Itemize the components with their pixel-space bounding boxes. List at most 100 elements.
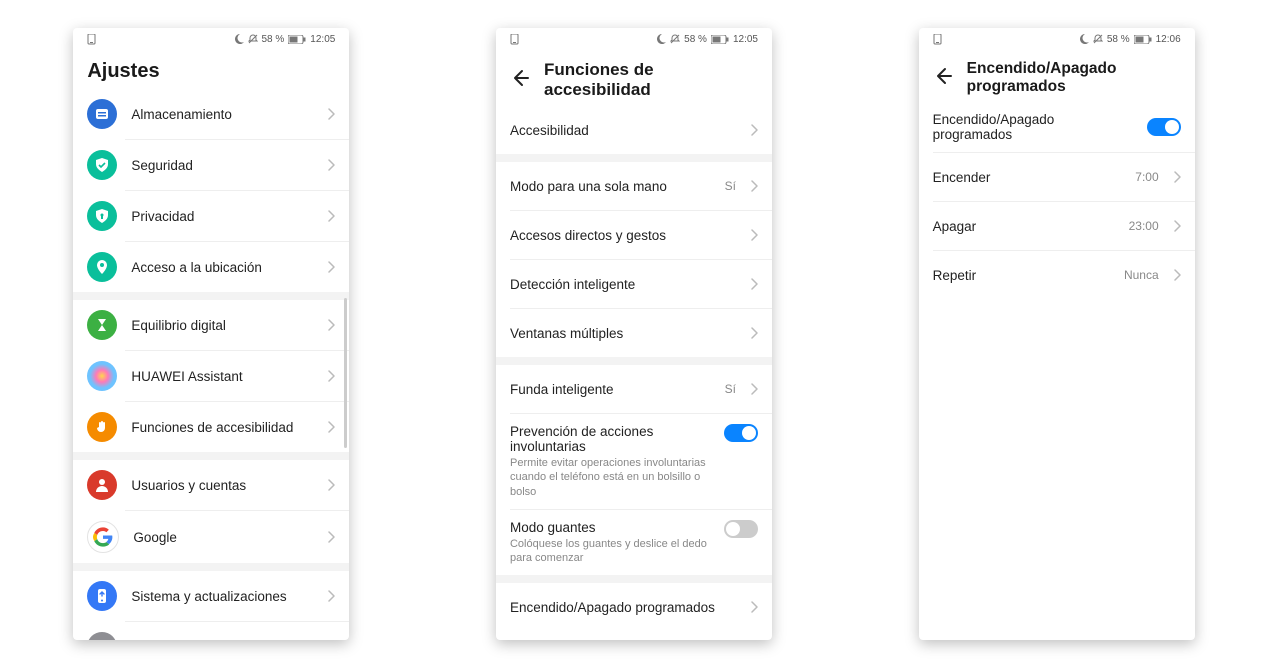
settings-row[interactable]: Modo guantesColóquese los guantes y desl… [496, 510, 772, 576]
settings-row[interactable]: Sistema y actualizaciones [73, 571, 349, 621]
row-label: Seguridad [131, 158, 313, 173]
status-bar: 58 % 12:05 [496, 28, 772, 50]
settings-row[interactable]: Ventanas múltiples [496, 309, 772, 357]
system-icon [87, 581, 117, 611]
clock-text: 12:05 [310, 34, 335, 45]
chevron-right-icon [750, 180, 758, 192]
row-label: Encendido/Apagado programados [933, 112, 1133, 142]
row-value: 7:00 [1135, 170, 1158, 184]
settings-row[interactable]: Privacidad [73, 191, 349, 241]
chevron-right-icon [1173, 220, 1181, 232]
scrollbar[interactable] [344, 298, 347, 448]
settings-row[interactable]: Acerca del teléfono [73, 622, 349, 640]
back-button[interactable] [510, 68, 530, 93]
chevron-right-icon [750, 278, 758, 290]
row-value: Sí [725, 382, 736, 396]
battery-text: 58 % [262, 34, 285, 45]
back-arrow-icon [933, 66, 953, 86]
row-value: Nunca [1124, 268, 1159, 282]
chevron-right-icon [327, 108, 335, 120]
settings-row[interactable]: Encendido/Apagado programados [496, 583, 772, 631]
hand-icon [87, 412, 117, 442]
settings-row[interactable]: Detección inteligente [496, 260, 772, 308]
row-label: Modo para una sola mano [510, 179, 711, 194]
storage-icon [87, 99, 117, 129]
settings-row[interactable]: Usuarios y cuentas [73, 460, 349, 510]
battery-text: 58 % [684, 34, 707, 45]
settings-row[interactable]: Encendido/Apagado programados [919, 102, 1195, 152]
shield-check-icon [87, 150, 117, 180]
about-icon [87, 632, 117, 640]
chevron-right-icon [1173, 171, 1181, 183]
row-label: Apagar [933, 219, 1115, 234]
row-label: Google [133, 530, 313, 545]
battery-icon [711, 35, 729, 44]
settings-row[interactable]: Seguridad [73, 140, 349, 190]
chevron-right-icon [327, 261, 335, 273]
chevron-right-icon [750, 327, 758, 339]
settings-row[interactable]: Accesos directos y gestos [496, 211, 772, 259]
location-icon [87, 252, 117, 282]
settings-row[interactable]: Equilibrio digital [73, 300, 349, 350]
page-title: Ajustes [87, 60, 159, 83]
row-value: Sí [725, 179, 736, 193]
phone-settings: 58 % 12:05 Ajustes Almacenamiento Segurid… [73, 28, 349, 640]
moon-icon [234, 34, 244, 44]
row-label: Encendido/Apagado programados [510, 600, 736, 615]
row-label: Encender [933, 170, 1122, 185]
page-title: Funciones de accesibilidad [544, 60, 758, 100]
settings-row[interactable]: Almacenamiento [73, 89, 349, 139]
row-label: Detección inteligente [510, 277, 736, 292]
row-label: Accesibilidad [510, 123, 736, 138]
chevron-right-icon [750, 601, 758, 613]
row-label: Privacidad [131, 209, 313, 224]
settings-row[interactable]: RepetirNunca [919, 251, 1195, 299]
assistant-icon [87, 361, 117, 391]
battery-icon [1134, 35, 1152, 44]
alarm-off-icon [670, 34, 680, 44]
toggle-switch[interactable] [724, 424, 758, 442]
moon-icon [1079, 34, 1089, 44]
status-bar: 58 % 12:06 [919, 28, 1195, 50]
privacy-icon [87, 201, 117, 231]
settings-row[interactable]: Funciones de accesibilidad [73, 402, 349, 452]
clock-text: 12:05 [733, 34, 758, 45]
settings-row[interactable]: Modo para una sola mano Sí [496, 162, 772, 210]
page-title: Encendido/Apagado programados [967, 60, 1181, 96]
row-label: Funda inteligente [510, 382, 711, 397]
back-arrow-icon [510, 68, 530, 88]
settings-row[interactable]: Acceso a la ubicación [73, 242, 349, 292]
moon-icon [656, 34, 666, 44]
row-subtitle: Colóquese los guantes y deslice el dedo … [510, 537, 710, 566]
chevron-right-icon [327, 210, 335, 222]
chevron-right-icon [750, 383, 758, 395]
row-label: Accesos directos y gestos [510, 228, 736, 243]
settings-row[interactable]: Encender 7:00 [919, 153, 1195, 201]
chevron-right-icon [1173, 269, 1181, 281]
chevron-right-icon [327, 531, 335, 543]
settings-row[interactable]: Accesibilidad [496, 106, 772, 154]
alarm-off-icon [248, 34, 258, 44]
back-button[interactable] [933, 66, 953, 91]
row-label: HUAWEI Assistant [131, 369, 313, 384]
notification-icon [510, 34, 519, 45]
settings-row[interactable]: Apagar23:00 [919, 202, 1195, 250]
chevron-right-icon [327, 370, 335, 382]
row-subtitle: Permite evitar operaciones involuntarias… [510, 456, 710, 499]
toggle-switch[interactable] [1147, 118, 1181, 136]
alarm-off-icon [1093, 34, 1103, 44]
clock-text: 12:06 [1156, 34, 1181, 45]
settings-row[interactable]: HUAWEI Assistant [73, 351, 349, 401]
chevron-right-icon [327, 421, 335, 433]
settings-row[interactable]: Google [73, 511, 349, 563]
users-icon [87, 470, 117, 500]
battery-text: 58 % [1107, 34, 1130, 45]
notification-icon [933, 34, 942, 45]
settings-row[interactable]: Funda inteligente Sí [496, 365, 772, 413]
google-icon [87, 521, 119, 553]
toggle-switch[interactable] [724, 520, 758, 538]
chevron-right-icon [327, 590, 335, 602]
row-label: Acceso a la ubicación [131, 260, 313, 275]
settings-row[interactable]: Prevención de acciones involuntariasPerm… [496, 414, 772, 509]
chevron-right-icon [750, 229, 758, 241]
